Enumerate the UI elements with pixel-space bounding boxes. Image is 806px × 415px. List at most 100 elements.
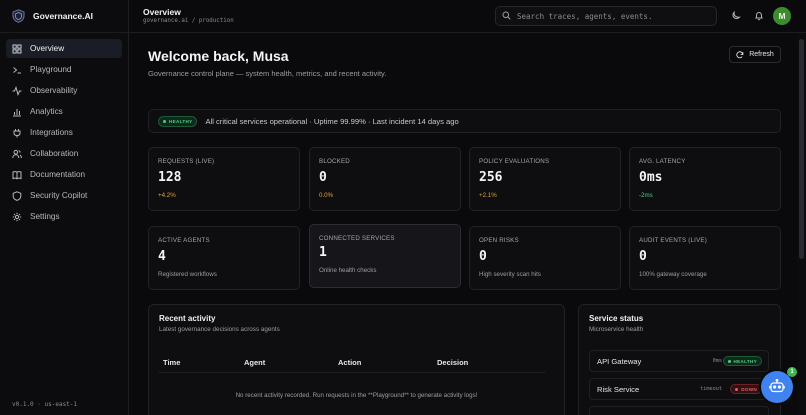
brand[interactable]: Governance.AI — [0, 0, 128, 33]
bell-icon[interactable] — [753, 10, 765, 22]
column-header-decision: Decision — [437, 358, 469, 367]
page-subtitle: Governance control plane — system health… — [148, 69, 387, 78]
welcome-heading: Welcome back, Musa — [148, 48, 289, 64]
column-header-time: Time — [163, 358, 181, 367]
metric-value: 4 — [158, 249, 166, 264]
sidebar-item-playground[interactable]: Playground — [6, 60, 122, 79]
metric-label: REQUESTS (LIVE) — [158, 158, 215, 165]
column-header-agent: Agent — [244, 358, 266, 367]
panel-title: Recent activity — [159, 314, 216, 323]
panel-subtitle: Microservice health — [589, 326, 644, 333]
metric-value: 0ms — [639, 170, 663, 185]
metric-label: AUDIT EVENTS (LIVE) — [639, 237, 707, 244]
gear-icon — [12, 212, 22, 222]
table-divider — [159, 372, 545, 373]
metric-value: 256 — [479, 170, 503, 185]
metric-delta: +2.1% — [479, 192, 497, 199]
metric-card-connected-services[interactable]: CONNECTED SERVICES 1 Online health check… — [309, 224, 461, 288]
breadcrumb: governance.ai / production — [143, 18, 234, 24]
metric-card-audit-events: AUDIT EVENTS (LIVE) 0 100% gateway cover… — [629, 226, 781, 290]
metric-delta: 0.0% — [319, 192, 334, 199]
sidebar-item-label: Documentation — [30, 170, 86, 179]
scrollbar[interactable] — [797, 33, 806, 415]
chart-icon — [12, 107, 22, 117]
metric-card-requests: REQUESTS (LIVE) 128 +4.2% — [148, 147, 300, 211]
sidebar-item-label: Playground — [30, 65, 72, 74]
metric-label: ACTIVE AGENTS — [158, 237, 210, 244]
service-name: Risk Service — [597, 384, 640, 394]
metric-label: OPEN RISKS — [479, 237, 519, 244]
panel-subtitle: Latest governance decisions across agent… — [159, 326, 280, 333]
book-icon — [12, 170, 22, 180]
metric-label: POLICY EVALUATIONS — [479, 158, 550, 165]
health-summary: All critical services operational · Upti… — [205, 116, 459, 126]
metric-caption: Registered workflows — [158, 271, 217, 278]
notification-count-badge: 1 — [787, 367, 797, 377]
metric-caption: 100% gateway coverage — [639, 271, 707, 278]
sidebar-item-label: Observability — [30, 86, 78, 95]
sidebar-item-settings[interactable]: Settings — [6, 207, 122, 226]
metric-delta: +4.2% — [158, 192, 176, 199]
sidebar-item-collaboration[interactable]: Collaboration — [6, 144, 122, 163]
health-banner: HEALTHY All critical services operationa… — [148, 109, 781, 133]
service-latency: timeout — [700, 386, 722, 392]
avatar[interactable]: M — [773, 7, 791, 25]
sidebar-item-label: Analytics — [30, 107, 63, 116]
search-input[interactable]: Search traces, agents, events. — [495, 6, 717, 26]
terminal-icon — [12, 65, 22, 75]
moon-icon[interactable] — [730, 10, 742, 22]
status-badge: HEALTHY — [722, 356, 762, 366]
status-badge: DOWN — [730, 384, 762, 394]
search-placeholder: Search traces, agents, events. — [517, 11, 653, 21]
metric-label: CONNECTED SERVICES — [319, 235, 395, 242]
column-header-action: Action — [338, 358, 362, 367]
search-icon — [502, 11, 511, 22]
sidebar-item-label: Security Copilot — [30, 191, 88, 200]
users-icon — [12, 149, 22, 159]
status-badge: HEALTHY — [158, 115, 198, 127]
refresh-label: Refresh — [749, 51, 774, 58]
metric-value: 1 — [319, 245, 327, 260]
sidebar-item-documentation[interactable]: Documentation — [6, 165, 122, 184]
sidebar: Governance.AI Overview Playground Observ… — [0, 0, 129, 415]
robot-icon — [769, 378, 785, 395]
metric-value: 0 — [479, 249, 487, 264]
metric-label: AVG. LATENCY — [639, 158, 686, 165]
shield-icon — [12, 190, 22, 201]
scrollbar-thumb[interactable] — [799, 39, 804, 259]
metric-card-blocked: BLOCKED 0 0.0% — [309, 147, 461, 211]
metric-card-open-risks: OPEN RISKS 0 High severity scan hits — [469, 226, 621, 290]
sidebar-item-overview[interactable]: Overview — [6, 39, 122, 58]
metric-delta: -2ms — [639, 192, 653, 199]
shield-logo-icon — [11, 9, 25, 23]
metric-value: 0 — [319, 170, 327, 185]
activity-icon — [12, 85, 22, 96]
sidebar-nav: Overview Playground Observability Analyt… — [0, 33, 128, 234]
plug-icon — [12, 128, 22, 138]
sidebar-item-label: Settings — [30, 212, 60, 221]
sidebar-item-label: Integrations — [30, 128, 73, 137]
sidebar-item-analytics[interactable]: Analytics — [6, 102, 122, 121]
sidebar-item-integrations[interactable]: Integrations — [6, 123, 122, 142]
main-content: Welcome back, Musa Governance control pl… — [129, 33, 797, 415]
topbar: Overview governance.ai / production Sear… — [129, 0, 806, 33]
metric-caption: High severity scan hits — [479, 271, 541, 278]
metric-card-avg-latency: AVG. LATENCY 0ms -2ms — [629, 147, 781, 211]
app-name: Governance.AI — [33, 11, 93, 21]
service-name: API Gateway — [597, 356, 642, 366]
metric-value: 0 — [639, 249, 647, 264]
panel-title: Service status — [589, 314, 644, 323]
version-label: v0.1.0 · us-east-1 — [12, 401, 78, 408]
service-row — [589, 406, 769, 415]
service-status-panel: Service status Microservice health API G… — [578, 304, 781, 415]
sidebar-item-observability[interactable]: Observability — [6, 81, 122, 100]
metric-card-policy-evaluations: POLICY EVALUATIONS 256 +2.1% — [469, 147, 621, 211]
metric-card-active-agents: ACTIVE AGENTS 4 Registered workflows — [148, 226, 300, 290]
sidebar-item-label: Overview — [30, 44, 65, 53]
metric-caption: Online health checks — [319, 267, 377, 274]
sidebar-item-label: Collaboration — [30, 149, 79, 158]
sidebar-item-security-copilot[interactable]: Security Copilot — [6, 186, 122, 205]
refresh-button[interactable]: Refresh — [729, 46, 781, 63]
service-row: Risk Service timeout DOWN — [589, 378, 769, 400]
refresh-icon — [736, 50, 744, 59]
